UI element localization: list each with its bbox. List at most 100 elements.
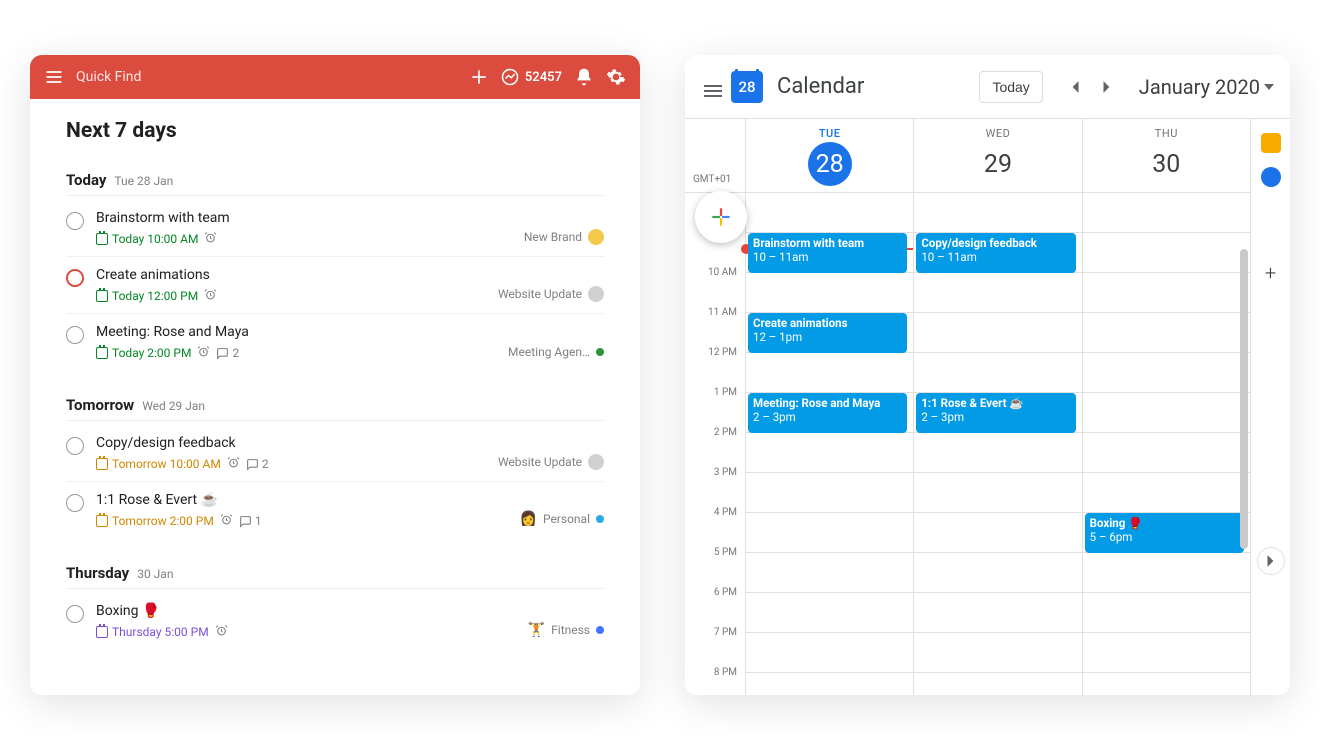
task-row[interactable]: Brainstorm with teamToday 10:00 AMNew Br… bbox=[66, 200, 604, 257]
expand-side-icon[interactable] bbox=[1257, 547, 1285, 575]
comments-count[interactable]: 2 bbox=[246, 457, 269, 471]
project-emoji: 🏋️ bbox=[528, 622, 545, 638]
day-header[interactable]: WED29 bbox=[913, 119, 1081, 192]
calendar-event[interactable]: Meeting: Rose and Maya2 – 3pm bbox=[748, 393, 907, 433]
time-column: 9 AM10 AM11 AM12 PM1 PM2 PM3 PM4 PM5 PM6… bbox=[685, 193, 745, 695]
grid-row bbox=[746, 433, 913, 473]
calendar-icon bbox=[96, 347, 108, 359]
grid-row bbox=[914, 673, 1081, 695]
task-checkbox[interactable] bbox=[66, 269, 84, 287]
hour-label: 5 PM bbox=[714, 547, 737, 558]
event-title: Meeting: Rose and Maya bbox=[753, 396, 880, 410]
task-checkbox[interactable] bbox=[66, 494, 84, 512]
grid-row bbox=[746, 553, 913, 593]
hour-label: 12 PM bbox=[708, 347, 737, 358]
grid-row bbox=[914, 313, 1081, 353]
scrollbar[interactable] bbox=[1240, 239, 1250, 685]
day-header[interactable]: THU 30 bbox=[1082, 119, 1250, 192]
task-project[interactable]: 👩Personal bbox=[520, 511, 604, 529]
comments-count[interactable]: 1 bbox=[239, 514, 262, 528]
event-time: 10 – 11am bbox=[753, 250, 808, 264]
app-title: Calendar bbox=[777, 74, 864, 99]
task-row[interactable]: Boxing 🥊Thursday 5:00 PM🏋️Fitness bbox=[66, 593, 604, 649]
quick-find-input[interactable]: Quick Find bbox=[76, 69, 141, 85]
settings-gear-icon[interactable] bbox=[606, 67, 626, 87]
day-header[interactable]: TUE28 bbox=[745, 119, 913, 192]
gcal-header: 28 Calendar Today January 2020 bbox=[685, 55, 1290, 119]
task-checkbox[interactable] bbox=[66, 437, 84, 455]
grid-row bbox=[914, 353, 1081, 393]
hour-label: 4 PM bbox=[714, 507, 737, 518]
task-checkbox[interactable] bbox=[66, 326, 84, 344]
grid-row bbox=[1083, 553, 1250, 593]
grid-row bbox=[914, 433, 1081, 473]
gcal-panel: 28 Calendar Today January 2020 GMT+01 TU… bbox=[685, 55, 1290, 695]
task-checkbox[interactable] bbox=[66, 212, 84, 230]
event-title: Create animations bbox=[753, 316, 848, 330]
day-column[interactable]: Boxing 🥊5 – 6pm bbox=[1082, 193, 1250, 695]
task-project[interactable]: Meeting Agen… bbox=[508, 345, 604, 361]
day-header-row: GMT+01 TUE28WED29THU 30 bbox=[685, 119, 1250, 193]
hour-label-row: 8 PM bbox=[685, 673, 745, 695]
section-day: Tomorrow bbox=[66, 396, 134, 414]
day-of-week: THU bbox=[1083, 127, 1250, 140]
calendar-event[interactable]: Boxing 🥊5 – 6pm bbox=[1085, 513, 1244, 553]
reminder-icon bbox=[215, 624, 228, 640]
event-time: 2 – 3pm bbox=[921, 410, 964, 424]
add-task-icon[interactable] bbox=[469, 67, 489, 87]
project-name: Website Update bbox=[498, 455, 582, 469]
todoist-panel: Quick Find 52457 Next 7 days TodayTue 28… bbox=[30, 55, 640, 695]
month-selector[interactable]: January 2020 bbox=[1139, 75, 1274, 99]
project-name: Meeting Agen… bbox=[508, 345, 590, 359]
grid-row bbox=[914, 593, 1081, 633]
timezone-label: GMT+01 bbox=[693, 174, 731, 185]
calendar-icon bbox=[96, 626, 108, 638]
task-project[interactable]: 🏋️Fitness bbox=[528, 622, 604, 640]
section-header: TodayTue 28 Jan bbox=[66, 171, 604, 196]
add-addon-icon[interactable]: + bbox=[1265, 261, 1276, 285]
task-row[interactable]: Meeting: Rose and MayaToday 2:00 PM2Meet… bbox=[66, 314, 604, 370]
reminder-icon bbox=[204, 231, 217, 247]
prev-icon[interactable] bbox=[1061, 73, 1089, 101]
menu-icon[interactable] bbox=[44, 67, 64, 87]
karma-points[interactable]: 52457 bbox=[501, 68, 562, 86]
calendar-event[interactable]: Brainstorm with team10 – 11am bbox=[748, 233, 907, 273]
task-project[interactable]: New Brand bbox=[524, 229, 604, 247]
today-button[interactable]: Today bbox=[979, 71, 1042, 103]
event-time: 12 – 1pm bbox=[753, 330, 802, 344]
task-row[interactable]: 1:1 Rose & Evert ☕️Tomorrow 2:00 PM1👩Per… bbox=[66, 482, 604, 538]
day-column[interactable]: Copy/design feedback10 – 11am 1:1 Rose & … bbox=[913, 193, 1081, 695]
task-project[interactable]: Website Update bbox=[498, 454, 604, 472]
grid-row bbox=[746, 513, 913, 553]
grid-row bbox=[914, 273, 1081, 313]
day-column[interactable]: Brainstorm with team10 – 11am Create anim… bbox=[745, 193, 913, 695]
calendar-event[interactable]: Copy/design feedback10 – 11am bbox=[916, 233, 1075, 273]
day-number: 28 bbox=[808, 142, 852, 186]
comments-count[interactable]: 2 bbox=[216, 346, 239, 360]
task-title: Boxing 🥊 bbox=[96, 603, 516, 619]
create-event-button[interactable] bbox=[695, 191, 747, 243]
notifications-icon[interactable] bbox=[574, 67, 594, 87]
hour-label: 10 AM bbox=[708, 267, 737, 278]
view-title: Next 7 days bbox=[66, 119, 604, 143]
section-day: Thursday bbox=[66, 564, 129, 582]
hour-label: 2 PM bbox=[714, 427, 737, 438]
task-project[interactable]: Website Update bbox=[498, 286, 604, 304]
grid-row bbox=[914, 633, 1081, 673]
menu-icon[interactable] bbox=[697, 75, 721, 99]
task-checkbox[interactable] bbox=[66, 605, 84, 623]
task-row[interactable]: Create animationsToday 12:00 PMWebsite U… bbox=[66, 257, 604, 314]
task-row[interactable]: Copy/design feedbackTomorrow 10:00 AM2We… bbox=[66, 425, 604, 482]
next-icon[interactable] bbox=[1093, 73, 1121, 101]
keep-icon[interactable] bbox=[1261, 133, 1281, 153]
calendar-event[interactable]: 1:1 Rose & Evert ☕️2 – 3pm bbox=[916, 393, 1075, 433]
grid-row bbox=[1083, 433, 1250, 473]
project-name: Website Update bbox=[498, 287, 582, 301]
day-number: 30 bbox=[1144, 142, 1188, 186]
time-grid[interactable]: 9 AM10 AM11 AM12 PM1 PM2 PM3 PM4 PM5 PM6… bbox=[685, 193, 1250, 695]
calendar-event[interactable]: Create animations12 – 1pm bbox=[748, 313, 907, 353]
event-title: Boxing 🥊 bbox=[1090, 516, 1143, 530]
logo-day: 28 bbox=[738, 78, 755, 96]
tasks-icon[interactable] bbox=[1261, 167, 1281, 187]
month-label: January 2020 bbox=[1139, 75, 1260, 99]
